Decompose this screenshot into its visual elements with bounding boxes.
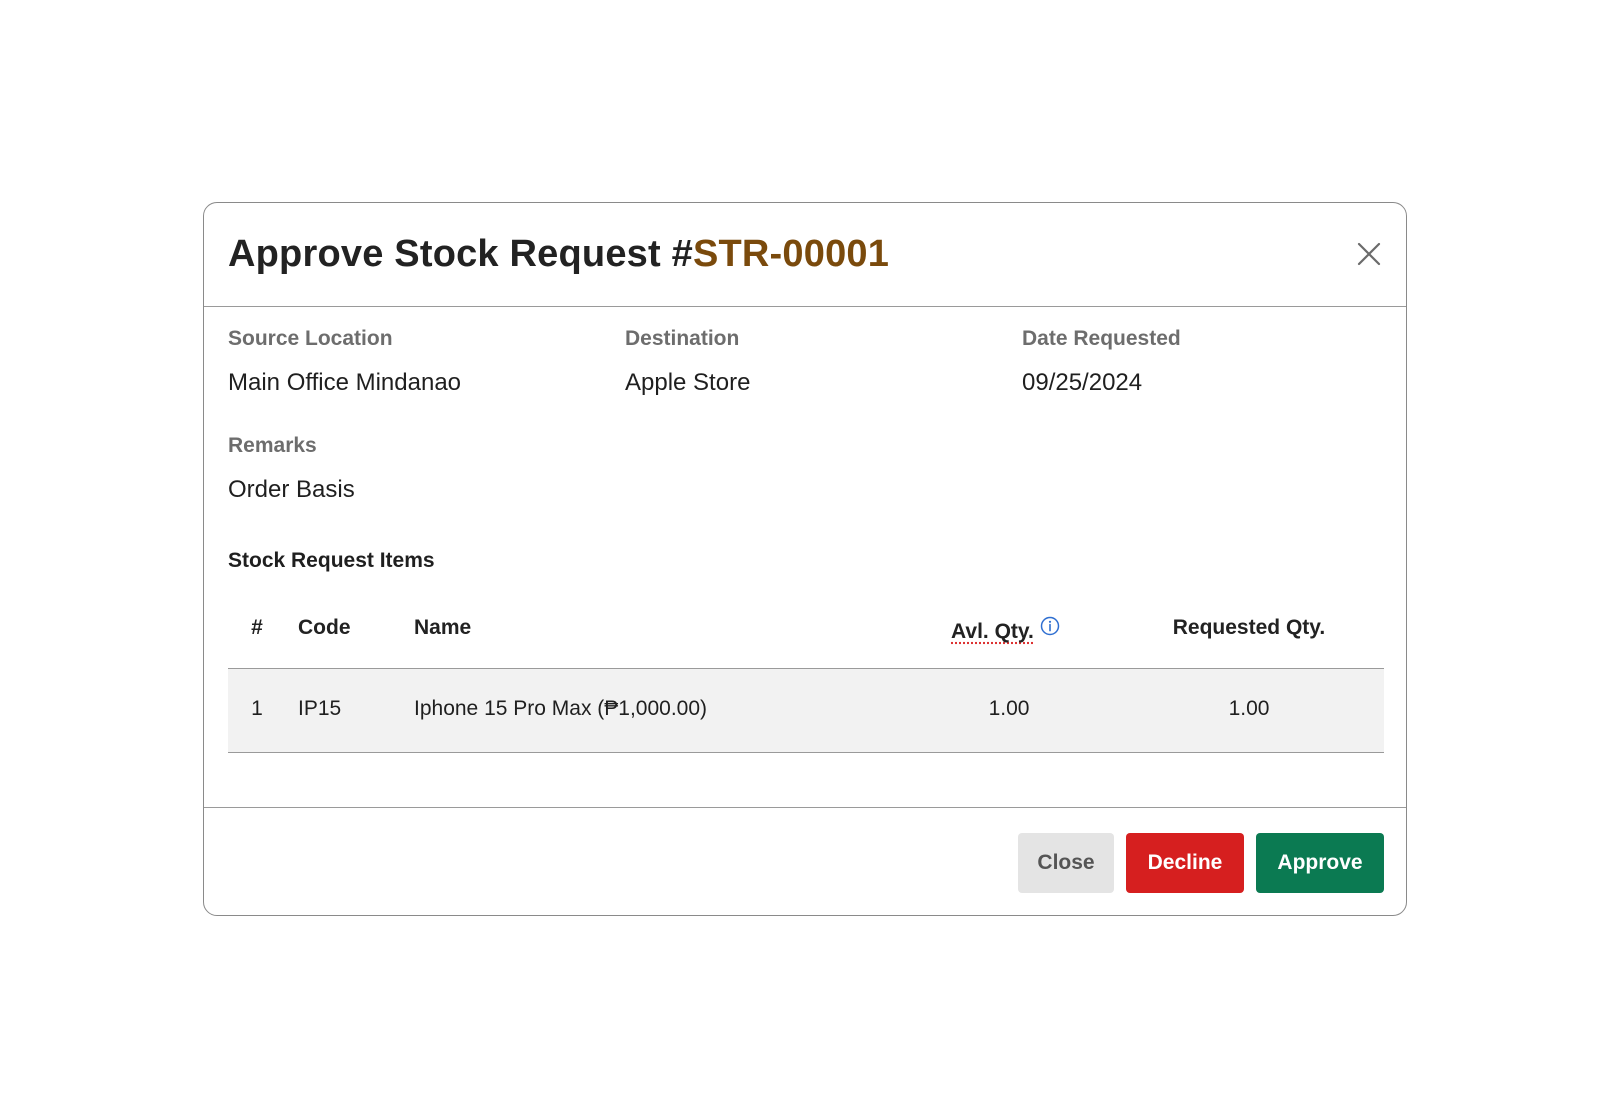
- table-header-row: # Code Name Avl. Qty. Requested Qty.: [228, 598, 1384, 669]
- modal-title-prefix: Approve Stock Request #: [228, 233, 693, 275]
- date-requested-label: Date Requested: [1022, 327, 1181, 350]
- row-code: IP15: [298, 697, 342, 720]
- decline-button[interactable]: Decline: [1126, 833, 1244, 893]
- destination-label: Destination: [625, 327, 740, 350]
- header-code: Code: [298, 616, 351, 639]
- date-requested-value: 09/25/2024: [1022, 369, 1143, 396]
- approve-button[interactable]: Approve: [1256, 833, 1384, 893]
- remarks-value: Order Basis: [228, 476, 355, 503]
- destination-value: Apple Store: [625, 369, 751, 396]
- close-button[interactable]: Close: [1018, 833, 1114, 893]
- row-name: Iphone 15 Pro Max (₱1,000.00): [414, 697, 708, 720]
- table-row: 1 IP15 Iphone 15 Pro Max (₱1,000.00) 1.0…: [228, 669, 1384, 753]
- row-available-qty: 1.00: [988, 697, 1030, 720]
- request-id: STR-00001: [692, 233, 890, 275]
- close-icon[interactable]: [1352, 237, 1386, 271]
- modal-footer: Close Decline Approve: [204, 807, 1406, 915]
- remarks-label: Remarks: [228, 434, 317, 457]
- info-icon[interactable]: [1040, 616, 1060, 636]
- approve-stock-request-modal: Approve Stock Request #STR-00001 Source …: [203, 202, 1407, 916]
- header-name: Name: [414, 616, 472, 639]
- stock-request-items-title: Stock Request Items: [228, 549, 435, 572]
- source-location-value: Main Office Mindanao: [228, 369, 462, 396]
- header-available-qty: Avl. Qty.: [951, 616, 1060, 644]
- source-location-label: Source Location: [228, 327, 393, 350]
- modal-title: Approve Stock Request #STR-00001: [228, 233, 889, 276]
- header-index: #: [251, 616, 263, 639]
- header-available-qty-label: Avl. Qty.: [951, 620, 1034, 643]
- row-index: 1: [251, 697, 263, 720]
- header-requested-qty: Requested Qty.: [1172, 616, 1326, 639]
- modal-header: Approve Stock Request #STR-00001: [204, 203, 1406, 307]
- row-requested-qty: 1.00: [1228, 697, 1270, 720]
